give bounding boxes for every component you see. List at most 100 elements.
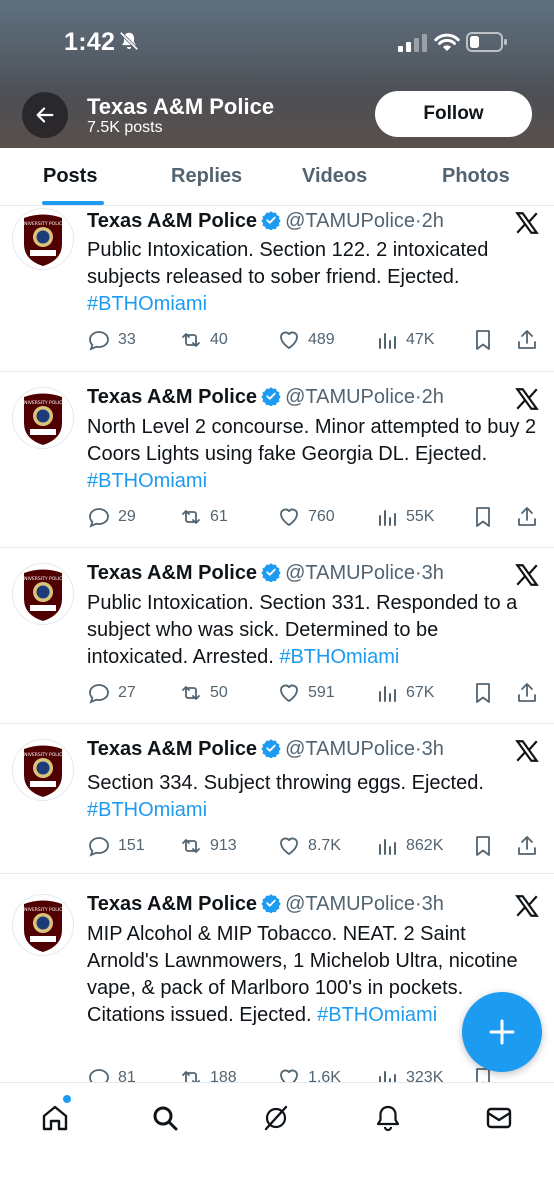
x-logo-icon[interactable] [514, 386, 540, 412]
repost-count: 50 [210, 684, 228, 701]
bookmark-icon[interactable] [471, 328, 495, 352]
tweet-header: Texas A&M Police @TAMUPolice·2h [87, 210, 444, 233]
repost-button[interactable]: 188 [179, 1066, 237, 1082]
hashtag-link[interactable]: #BTHOmiami [87, 799, 207, 821]
profile-name: Texas A&M Police [87, 94, 275, 119]
views-icon [379, 686, 396, 702]
author-name[interactable]: Texas A&M Police [87, 738, 257, 760]
repost-icon [182, 686, 200, 700]
police-badge-avatar[interactable]: UNIVERSITY POLICE [12, 208, 74, 270]
tweet-feed[interactable]: UNIVERSITY POLICE Texas A&M Police @TAMUP… [0, 206, 554, 1082]
police-badge-avatar[interactable]: UNIVERSITY POLICE [12, 739, 74, 801]
profile-header: 1:42 Texas A&M Police 7.5K posts Follow [0, 0, 554, 148]
svg-text:UNIVERSITY POLICE: UNIVERSITY POLICE [21, 576, 65, 582]
active-tab-indicator [42, 201, 104, 205]
heart-icon [280, 331, 298, 349]
tweet-text: Public Intoxication. Section 331. Respon… [87, 590, 537, 671]
tweet[interactable]: UNIVERSITY POLICE Texas A&M Police @TAMUP… [0, 372, 554, 548]
back-button[interactable] [22, 92, 68, 138]
bottom-navigation [0, 1082, 554, 1200]
repost-button[interactable]: 913 [179, 834, 237, 858]
author-name[interactable]: Texas A&M Police [87, 210, 257, 232]
like-button[interactable]: 760 [277, 505, 335, 529]
police-badge-avatar[interactable]: UNIVERSITY POLICE [12, 563, 74, 625]
repost-button[interactable]: 50 [179, 681, 228, 705]
views-button[interactable]: 67K [375, 681, 434, 705]
bookmark-icon[interactable] [471, 505, 495, 529]
reply-button[interactable]: 29 [87, 505, 136, 529]
tab-posts[interactable]: Posts [43, 165, 97, 188]
police-badge-avatar[interactable]: UNIVERSITY POLICE [12, 894, 74, 956]
tweet[interactable]: UNIVERSITY POLICE Texas A&M Police @TAMUP… [0, 206, 554, 372]
view-count: 67K [406, 684, 435, 701]
tweet-actions: 29 61 760 55K [87, 505, 547, 533]
hashtag-link[interactable]: #BTHOmiami [279, 646, 399, 668]
search-icon[interactable] [150, 1103, 180, 1133]
like-button[interactable]: 489 [277, 328, 335, 352]
follow-button[interactable]: Follow [375, 91, 532, 137]
author-handle[interactable]: @TAMUPolice [285, 738, 415, 760]
hashtag-link[interactable]: #BTHOmiami [87, 470, 207, 492]
tweet-body: Section 334. Subject throwing eggs. Ejec… [87, 772, 484, 794]
views-button[interactable]: 862K [375, 834, 443, 858]
tweet-header: Texas A&M Police @TAMUPolice·3h [87, 738, 444, 761]
x-logo-icon[interactable] [514, 210, 540, 236]
reply-button[interactable]: 33 [87, 328, 136, 352]
home-icon[interactable] [40, 1103, 70, 1133]
reply-count: 27 [118, 684, 136, 701]
views-icon [379, 839, 396, 855]
tab-photos[interactable]: Photos [442, 165, 510, 188]
repost-count: 40 [210, 331, 228, 348]
notifications-icon[interactable] [373, 1103, 403, 1133]
police-badge-avatar[interactable]: UNIVERSITY POLICE [12, 387, 74, 449]
author-name[interactable]: Texas A&M Police [87, 386, 257, 408]
reply-button[interactable]: 27 [87, 681, 136, 705]
reply-button[interactable]: 81 [87, 1066, 136, 1082]
hashtag-link[interactable]: #BTHOmiami [317, 1004, 437, 1026]
svg-text:UNIVERSITY POLICE: UNIVERSITY POLICE [21, 752, 65, 758]
like-button[interactable]: 8.7K [277, 834, 341, 858]
tweet[interactable]: UNIVERSITY POLICE Texas A&M Police @TAMUP… [0, 548, 554, 724]
repost-icon [182, 510, 200, 524]
bookmark-icon[interactable] [471, 834, 495, 858]
tab-videos[interactable]: Videos [302, 165, 367, 188]
compose-post-button[interactable] [462, 992, 542, 1072]
x-logo-icon[interactable] [514, 893, 540, 919]
like-count: 1.6K [308, 1069, 341, 1082]
like-button[interactable]: 591 [277, 681, 335, 705]
tweet[interactable]: UNIVERSITY POLICE Texas A&M Police @TAMUP… [0, 724, 554, 874]
author-handle[interactable]: @TAMUPolice [285, 210, 415, 232]
reply-button[interactable]: 151 [87, 834, 145, 858]
wifi-icon [434, 33, 460, 51]
like-button[interactable]: 1.6K [277, 1066, 341, 1082]
views-button[interactable]: 55K [375, 505, 434, 529]
status-time: 1:42 [64, 28, 116, 56]
share-icon[interactable] [515, 505, 539, 529]
repost-button[interactable]: 40 [179, 328, 228, 352]
repost-icon [182, 1071, 200, 1082]
tweet-header: Texas A&M Police @TAMUPolice·3h [87, 562, 444, 585]
views-button[interactable]: 47K [375, 328, 434, 352]
hashtag-link[interactable]: #BTHOmiami [87, 293, 207, 315]
share-icon[interactable] [515, 834, 539, 858]
author-handle[interactable]: @TAMUPolice [285, 562, 415, 584]
grok-icon[interactable] [261, 1103, 291, 1133]
tweet-text: Public Intoxication. Section 122. 2 into… [87, 237, 537, 318]
author-handle[interactable]: @TAMUPolice [285, 893, 415, 915]
tweet-body: MIP Alcohol & MIP Tobacco. NEAT. 2 Saint… [87, 923, 518, 1026]
share-icon[interactable] [515, 681, 539, 705]
bookmark-icon[interactable] [471, 681, 495, 705]
share-icon[interactable] [515, 328, 539, 352]
author-name[interactable]: Texas A&M Police [87, 562, 257, 584]
x-logo-icon[interactable] [514, 738, 540, 764]
author-handle[interactable]: @TAMUPolice [285, 386, 415, 408]
author-name[interactable]: Texas A&M Police [87, 893, 257, 915]
post-count: 7.5K posts [87, 119, 163, 136]
views-button[interactable]: 323K [375, 1066, 443, 1082]
repost-icon [182, 839, 200, 853]
repost-button[interactable]: 61 [179, 505, 228, 529]
x-logo-icon[interactable] [514, 562, 540, 588]
battery-icon [466, 32, 507, 52]
messages-icon[interactable] [484, 1103, 514, 1133]
tab-replies[interactable]: Replies [171, 165, 242, 188]
